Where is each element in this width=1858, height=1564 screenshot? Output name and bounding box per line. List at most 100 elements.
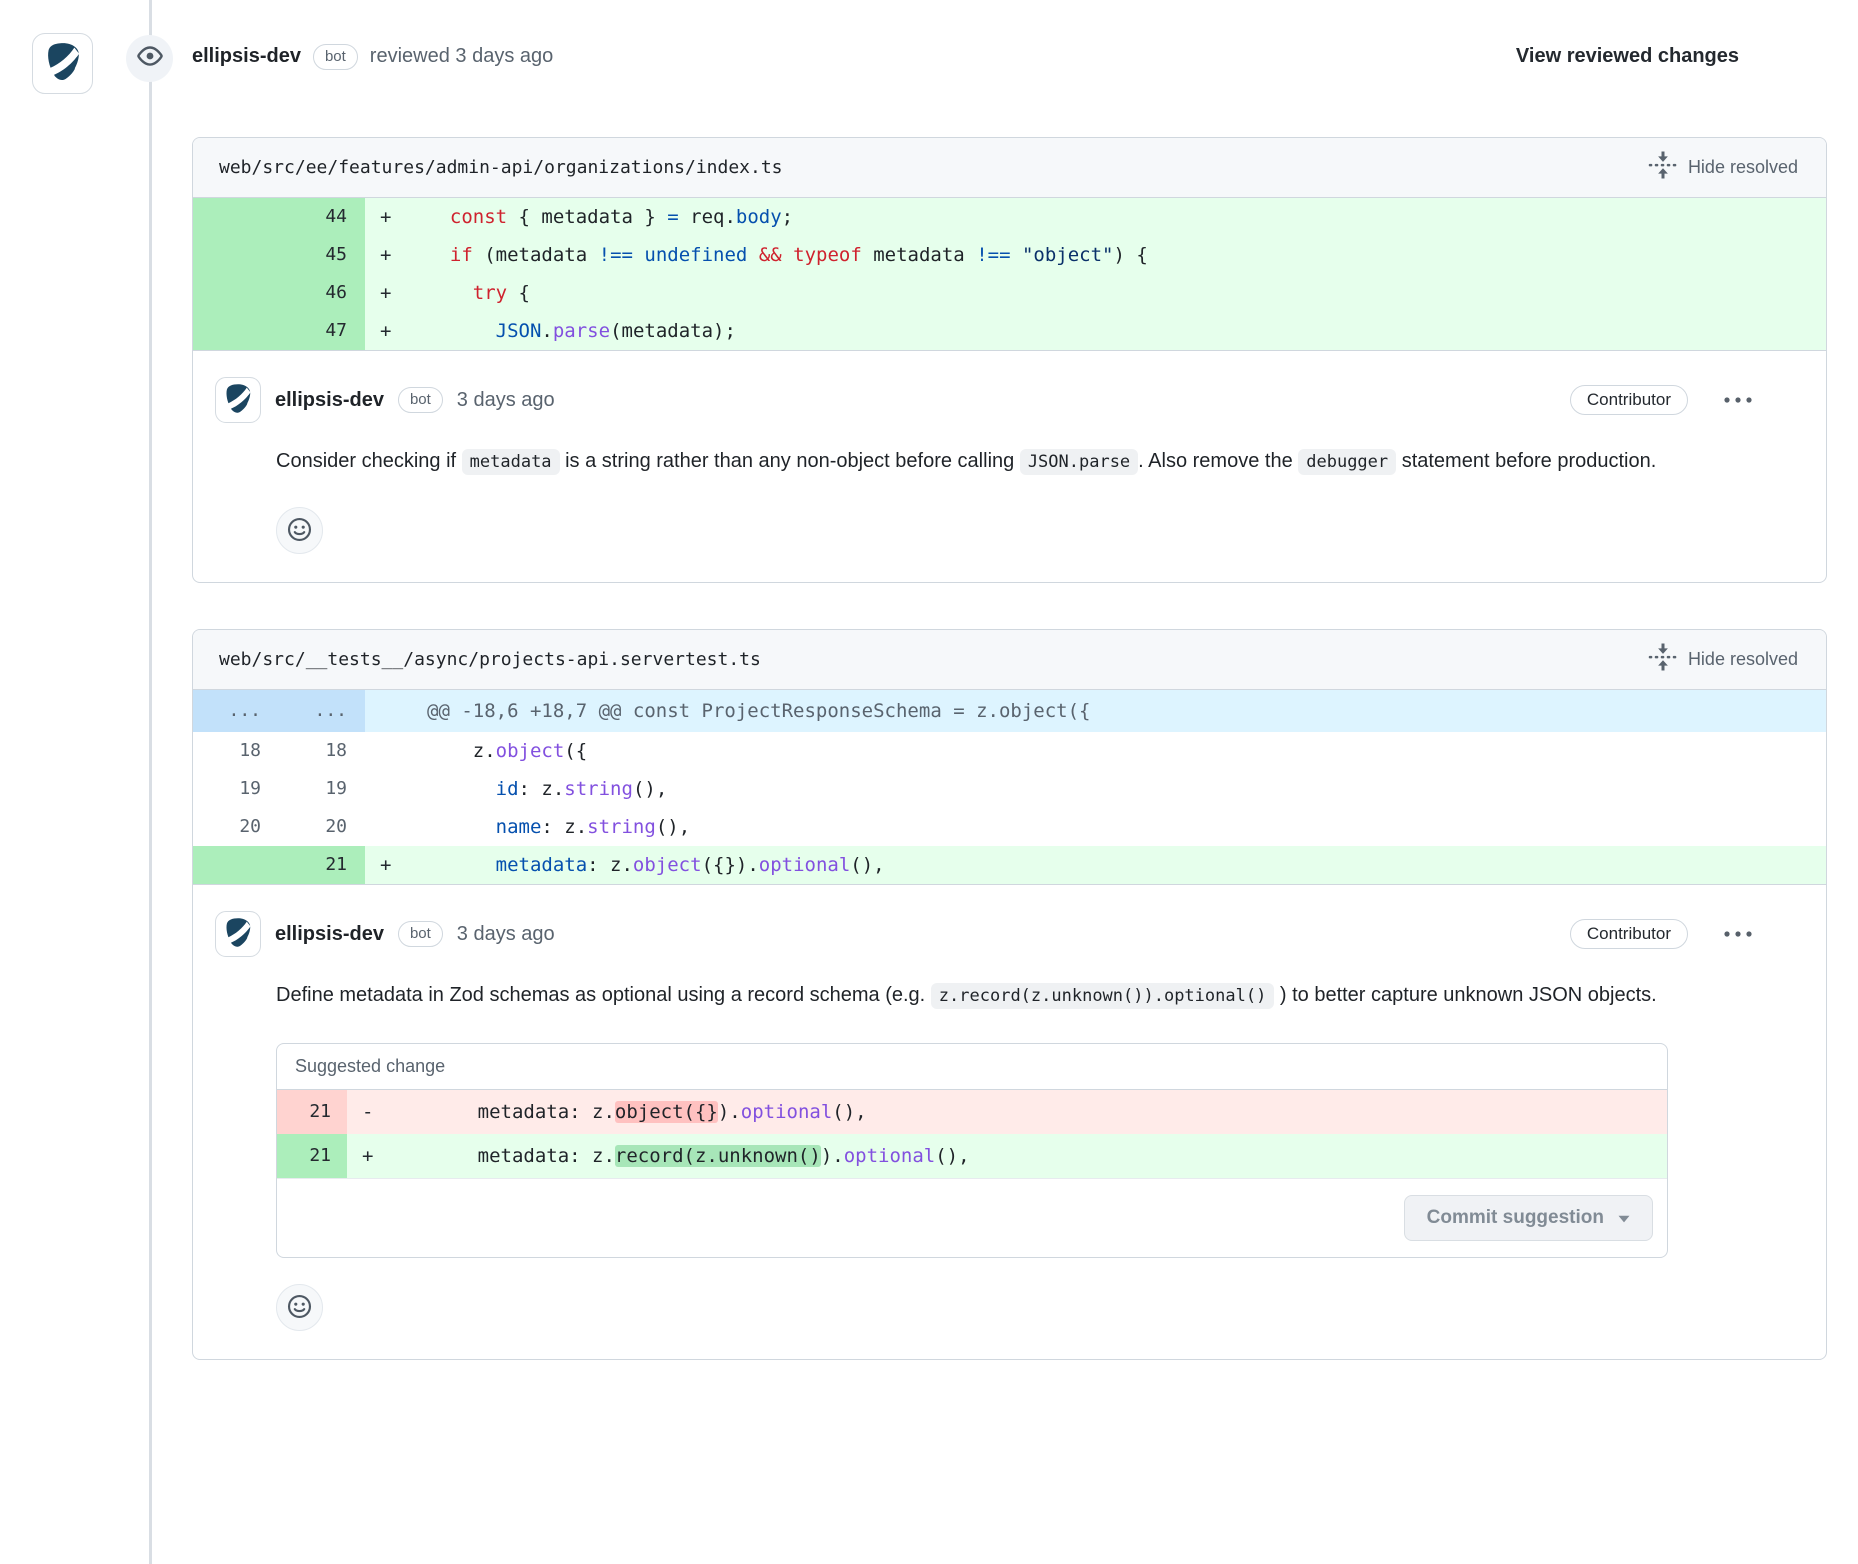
diff-sign-marker bbox=[365, 732, 411, 770]
inline-code: z.record(z.unknown()).optional() bbox=[931, 983, 1275, 1009]
code-line: metadata: z.object({}).optional(), bbox=[393, 1090, 1667, 1134]
ellipsis-logo-icon bbox=[221, 915, 255, 954]
line-number-old[interactable] bbox=[193, 846, 279, 884]
reviewer-name[interactable]: ellipsis-dev bbox=[192, 45, 301, 68]
kebab-menu-button[interactable] bbox=[1716, 925, 1760, 943]
comment-author-name[interactable]: ellipsis-dev bbox=[275, 389, 384, 412]
line-number-new[interactable]: 47 bbox=[279, 312, 365, 350]
line-number-new[interactable]: 21 bbox=[279, 846, 365, 884]
diff-table: 44+ const { metadata } = req.body;45+ if… bbox=[193, 198, 1826, 350]
diff-row: 21+ metadata: z.object({}).optional(), bbox=[193, 846, 1826, 884]
diff-sign-marker: - bbox=[347, 1090, 393, 1134]
review-thread-card-1: web/src/ee/features/admin-api/organizati… bbox=[192, 137, 1827, 583]
code-line: @@ -18,6 +18,7 @@ const ProjectResponseS… bbox=[411, 690, 1826, 732]
line-number-old[interactable] bbox=[193, 312, 279, 350]
code-line: name: z.string(), bbox=[411, 808, 1826, 846]
contributor-badge: Contributor bbox=[1570, 919, 1688, 949]
code-line: JSON.parse(metadata); bbox=[411, 312, 1826, 350]
review-action-text: reviewed 3 days ago bbox=[370, 45, 553, 68]
bot-badge: bot bbox=[398, 387, 443, 413]
emoji-reaction-button[interactable] bbox=[276, 507, 323, 554]
contributor-badge: Contributor bbox=[1570, 385, 1688, 415]
hide-resolved-button[interactable]: Hide resolved bbox=[1648, 642, 1798, 677]
line-number-old[interactable] bbox=[193, 236, 279, 274]
line-number-old[interactable]: 20 bbox=[193, 808, 279, 846]
diff-sign-marker: + bbox=[365, 312, 411, 350]
comment-timestamp[interactable]: 3 days ago bbox=[457, 389, 555, 412]
hide-resolved-label: Hide resolved bbox=[1688, 649, 1798, 670]
emoji-reaction-button[interactable] bbox=[276, 1284, 323, 1331]
bot-badge: bot bbox=[313, 44, 358, 70]
diff-row: 47+ JSON.parse(metadata); bbox=[193, 312, 1826, 350]
file-path[interactable]: web/src/__tests__/async/projects-api.ser… bbox=[219, 649, 761, 670]
pr-review-page: ellipsis-dev bot reviewed 3 days ago Vie… bbox=[0, 0, 1858, 1564]
kebab-icon bbox=[1722, 395, 1754, 405]
line-number-new[interactable]: 46 bbox=[279, 274, 365, 312]
comment-author-avatar[interactable] bbox=[215, 377, 261, 423]
code-line: const { metadata } = req.body; bbox=[411, 198, 1826, 236]
line-number-new: ... bbox=[279, 690, 365, 732]
diff-row: 1919 id: z.string(), bbox=[193, 770, 1826, 808]
code-line: metadata: z.object({}).optional(), bbox=[411, 846, 1826, 884]
eye-icon bbox=[137, 43, 163, 74]
smiley-icon bbox=[286, 1293, 313, 1323]
diff-row: 2020 name: z.string(), bbox=[193, 808, 1826, 846]
timeline-line bbox=[149, 0, 152, 1564]
reviewer-avatar[interactable] bbox=[32, 33, 93, 94]
code-line: if (metadata !== undefined && typeof met… bbox=[411, 236, 1826, 274]
ellipsis-logo-icon bbox=[41, 39, 85, 88]
diff-sign-marker: + bbox=[365, 846, 411, 884]
hide-resolved-button[interactable]: Hide resolved bbox=[1648, 150, 1798, 185]
comment-author-name[interactable]: ellipsis-dev bbox=[275, 923, 384, 946]
diff-sign-marker: + bbox=[365, 198, 411, 236]
suggested-change-label: Suggested change bbox=[277, 1044, 1667, 1090]
line-number-new[interactable]: 20 bbox=[279, 808, 365, 846]
kebab-menu-button[interactable] bbox=[1716, 391, 1760, 409]
review-comment: ellipsis-dev bot 3 days ago Contributor … bbox=[193, 350, 1826, 582]
line-number-old[interactable] bbox=[193, 198, 279, 236]
commit-suggestion-label: Commit suggestion bbox=[1427, 1207, 1604, 1229]
suggested-change-block: Suggested change 21- metadata: z.object(… bbox=[276, 1043, 1668, 1258]
diff-sign-marker: + bbox=[365, 274, 411, 312]
suggestion-footer: Commit suggestion bbox=[277, 1178, 1667, 1257]
file-path[interactable]: web/src/ee/features/admin-api/organizati… bbox=[219, 157, 783, 178]
hunk-row: ...... @@ -18,6 +18,7 @@ const ProjectRes… bbox=[193, 690, 1826, 732]
line-number-new[interactable]: 18 bbox=[279, 732, 365, 770]
diff-row: 1818 z.object({ bbox=[193, 732, 1826, 770]
comment-body: Consider checking if metadata is a strin… bbox=[276, 443, 1770, 481]
diff-sign-marker bbox=[365, 808, 411, 846]
line-number-new[interactable]: 21 bbox=[277, 1090, 347, 1134]
line-number-new[interactable]: 44 bbox=[279, 198, 365, 236]
diff-row: 45+ if (metadata !== undefined && typeof… bbox=[193, 236, 1826, 274]
diff-row: 46+ try { bbox=[193, 274, 1826, 312]
review-thread-card-2: web/src/__tests__/async/projects-api.ser… bbox=[192, 629, 1827, 1360]
inline-code: debugger bbox=[1298, 449, 1396, 475]
review-masthead: ellipsis-dev bot reviewed 3 days ago Vie… bbox=[192, 0, 1827, 137]
view-reviewed-changes-link[interactable]: View reviewed changes bbox=[1516, 45, 1739, 68]
comment-header: ellipsis-dev bot 3 days ago Contributor bbox=[215, 377, 1770, 423]
fold-icon bbox=[1648, 642, 1678, 677]
diff-row: 44+ const { metadata } = req.body; bbox=[193, 198, 1826, 236]
line-number-new[interactable]: 19 bbox=[279, 770, 365, 808]
comment-header: ellipsis-dev bot 3 days ago Contributor bbox=[215, 911, 1770, 957]
code-line: id: z.string(), bbox=[411, 770, 1826, 808]
comment-author-avatar[interactable] bbox=[215, 911, 261, 957]
line-number-old[interactable]: 18 bbox=[193, 732, 279, 770]
diff-sign-marker: + bbox=[347, 1134, 393, 1178]
code-line: metadata: z.record(z.unknown()).optional… bbox=[393, 1134, 1667, 1178]
line-number-new[interactable]: 45 bbox=[279, 236, 365, 274]
diff-row: 21+ metadata: z.record(z.unknown()).opti… bbox=[277, 1134, 1667, 1178]
comment-timestamp[interactable]: 3 days ago bbox=[457, 923, 555, 946]
dropdown-caret-icon bbox=[1618, 1207, 1630, 1229]
line-number-new[interactable]: 21 bbox=[277, 1134, 347, 1178]
line-number-old[interactable]: 19 bbox=[193, 770, 279, 808]
line-number-old[interactable] bbox=[193, 274, 279, 312]
bot-badge: bot bbox=[398, 921, 443, 947]
review-comment: ellipsis-dev bot 3 days ago Contributor … bbox=[193, 884, 1826, 1359]
inline-code: JSON.parse bbox=[1020, 449, 1138, 475]
commit-suggestion-button[interactable]: Commit suggestion bbox=[1404, 1195, 1653, 1241]
line-number-old: ... bbox=[193, 690, 279, 732]
file-header: web/src/__tests__/async/projects-api.ser… bbox=[193, 630, 1826, 690]
smiley-icon bbox=[286, 516, 313, 546]
review-eye-badge bbox=[126, 35, 173, 82]
